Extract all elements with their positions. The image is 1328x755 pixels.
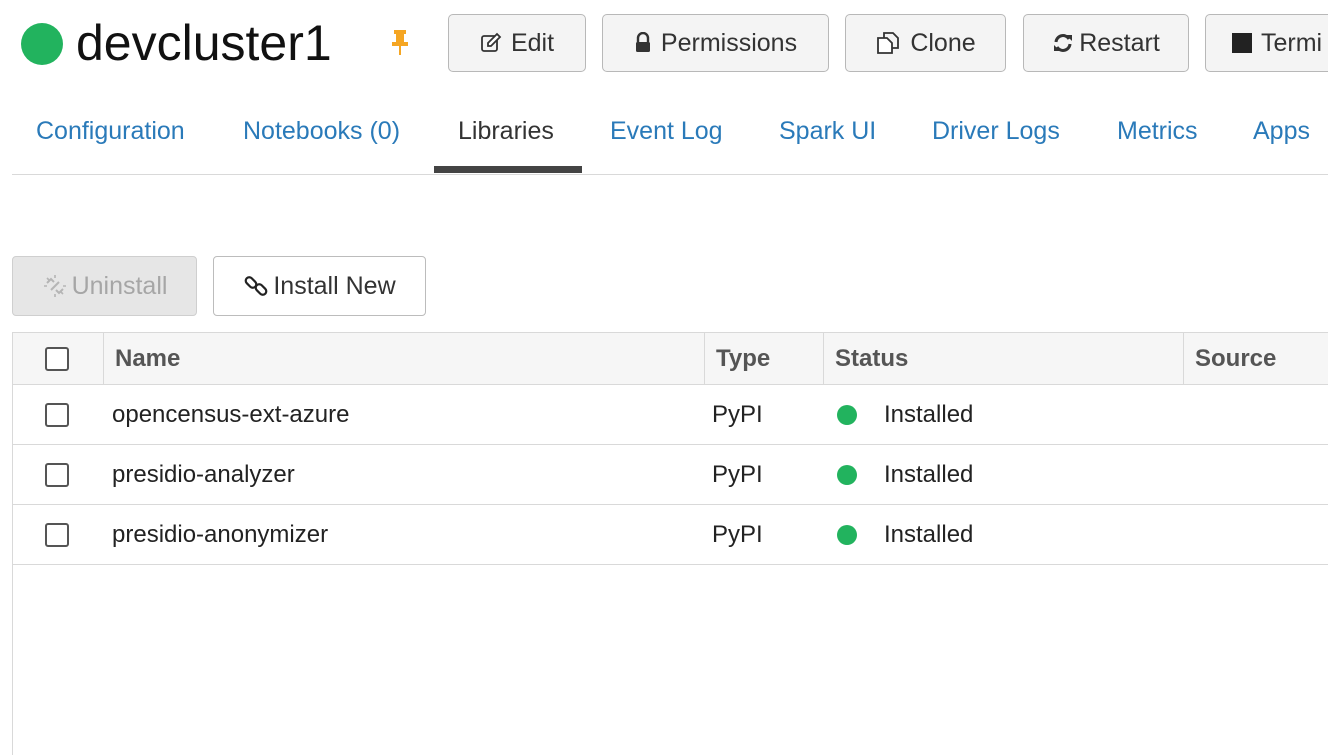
status-indicator	[837, 525, 857, 545]
library-status: Installed	[884, 461, 974, 488]
libraries-table: Name Type Status Source opencensus-ext-a…	[12, 332, 1328, 755]
install-new-label: Install New	[273, 271, 396, 300]
column-header-name[interactable]: Name	[115, 333, 180, 384]
cluster-tabs: Configuration Notebooks (0) Libraries Ev…	[12, 100, 1328, 175]
stop-icon	[1232, 33, 1252, 53]
tab-libraries[interactable]: Libraries	[458, 100, 554, 174]
link-icon	[243, 273, 269, 299]
edit-icon	[480, 32, 502, 54]
column-divider	[823, 333, 824, 384]
clone-button[interactable]: Clone	[845, 14, 1006, 72]
library-status: Installed	[884, 401, 974, 428]
library-name: presidio-analyzer	[112, 461, 295, 488]
uninstall-button[interactable]: Uninstall	[12, 256, 197, 316]
column-header-status[interactable]: Status	[835, 333, 908, 384]
tab-driver-logs[interactable]: Driver Logs	[932, 100, 1060, 174]
clone-label: Clone	[910, 28, 976, 57]
permissions-button[interactable]: Permissions	[602, 14, 829, 72]
library-type: PyPI	[712, 461, 763, 488]
row-checkbox[interactable]	[45, 403, 69, 427]
select-all-checkbox[interactable]	[45, 347, 69, 371]
tab-metrics[interactable]: Metrics	[1117, 100, 1198, 174]
status-indicator	[837, 465, 857, 485]
cluster-name: devcluster1	[76, 15, 332, 71]
install-new-button[interactable]: Install New	[213, 256, 426, 316]
row-checkbox[interactable]	[45, 523, 69, 547]
tab-event-log[interactable]: Event Log	[610, 100, 723, 174]
terminate-label: Termi	[1261, 28, 1323, 57]
table-row[interactable]: presidio-analyzer PyPI Installed	[13, 445, 1328, 505]
cluster-status-indicator	[21, 23, 63, 65]
column-header-source[interactable]: Source	[1195, 333, 1276, 384]
terminate-button[interactable]: Termi	[1205, 14, 1328, 72]
table-row[interactable]: presidio-anonymizer PyPI Installed	[13, 505, 1328, 565]
uninstall-label: Uninstall	[71, 271, 168, 300]
tab-spark-ui[interactable]: Spark UI	[779, 100, 876, 174]
lock-icon	[634, 31, 652, 54]
tab-configuration[interactable]: Configuration	[36, 100, 185, 174]
column-divider	[1183, 333, 1184, 384]
refresh-icon	[1052, 32, 1074, 54]
unlink-icon	[42, 273, 68, 299]
table-header: Name Type Status Source	[13, 333, 1328, 385]
tab-apps[interactable]: Apps	[1253, 100, 1310, 174]
permissions-label: Permissions	[660, 28, 798, 57]
library-type: PyPI	[712, 401, 763, 428]
column-divider	[704, 333, 705, 384]
table-row[interactable]: opencensus-ext-azure PyPI Installed	[13, 385, 1328, 445]
library-name: presidio-anonymizer	[112, 521, 329, 548]
pin-icon[interactable]	[390, 28, 410, 58]
cluster-header: devcluster1 Edit Permissions Clone Resta…	[0, 0, 1328, 90]
clone-icon	[875, 31, 901, 55]
library-name: opencensus-ext-azure	[112, 401, 350, 428]
column-divider	[103, 333, 104, 384]
library-status: Installed	[884, 521, 974, 548]
active-tab-indicator	[434, 166, 582, 173]
tab-notebooks[interactable]: Notebooks (0)	[243, 100, 400, 174]
status-indicator	[837, 405, 857, 425]
restart-button[interactable]: Restart	[1023, 14, 1189, 72]
row-checkbox[interactable]	[45, 463, 69, 487]
column-header-type[interactable]: Type	[716, 333, 770, 384]
edit-button[interactable]: Edit	[448, 14, 586, 72]
library-type: PyPI	[712, 521, 763, 548]
edit-label: Edit	[510, 28, 555, 57]
restart-label: Restart	[1079, 28, 1160, 57]
